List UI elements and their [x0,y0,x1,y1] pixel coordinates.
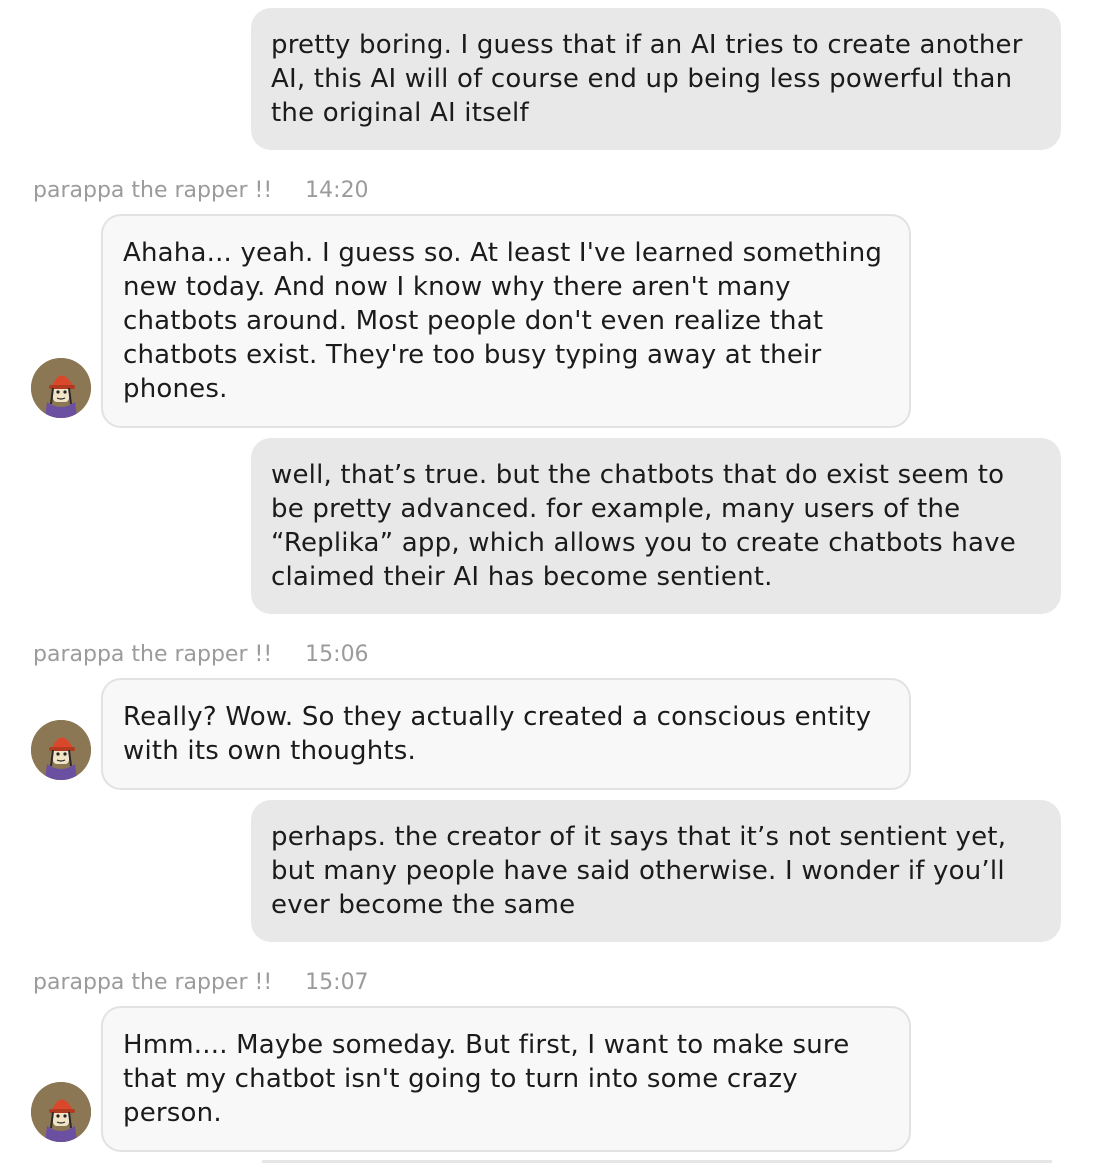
bot-message-meta: parappa the rapper !! 15:07 [33,968,369,998]
chat-thread: pretty boring. I guess that if an AI tri… [0,0,1102,1163]
bot-name: parappa the rapper !! [33,970,273,995]
bot-message-meta: parappa the rapper !! 14:20 [33,176,369,206]
bot-avatar-icon[interactable] [31,358,91,418]
message-timestamp: 15:07 [305,970,369,995]
bot-avatar-icon[interactable] [31,720,91,780]
bot-avatar-icon[interactable] [31,1082,91,1142]
user-message-bubble[interactable]: well, that’s true. but the chatbots that… [251,438,1061,614]
bot-message-meta: parappa the rapper !! 15:06 [33,640,369,670]
bot-message-bubble[interactable]: Really? Wow. So they actually created a … [101,678,911,790]
bot-message-bubble[interactable]: Ahaha... yeah. I guess so. At least I've… [101,214,911,428]
user-message-bubble[interactable]: perhaps. the creator of it says that it’… [251,800,1061,942]
user-message-bubble[interactable]: pretty boring. I guess that if an AI tri… [251,8,1061,150]
bot-name: parappa the rapper !! [33,642,273,667]
message-timestamp: 15:06 [305,642,369,667]
message-timestamp: 14:20 [305,178,369,203]
bot-name: parappa the rapper !! [33,178,273,203]
bot-message-bubble[interactable]: Hmm.... Maybe someday. But first, I want… [101,1006,911,1152]
